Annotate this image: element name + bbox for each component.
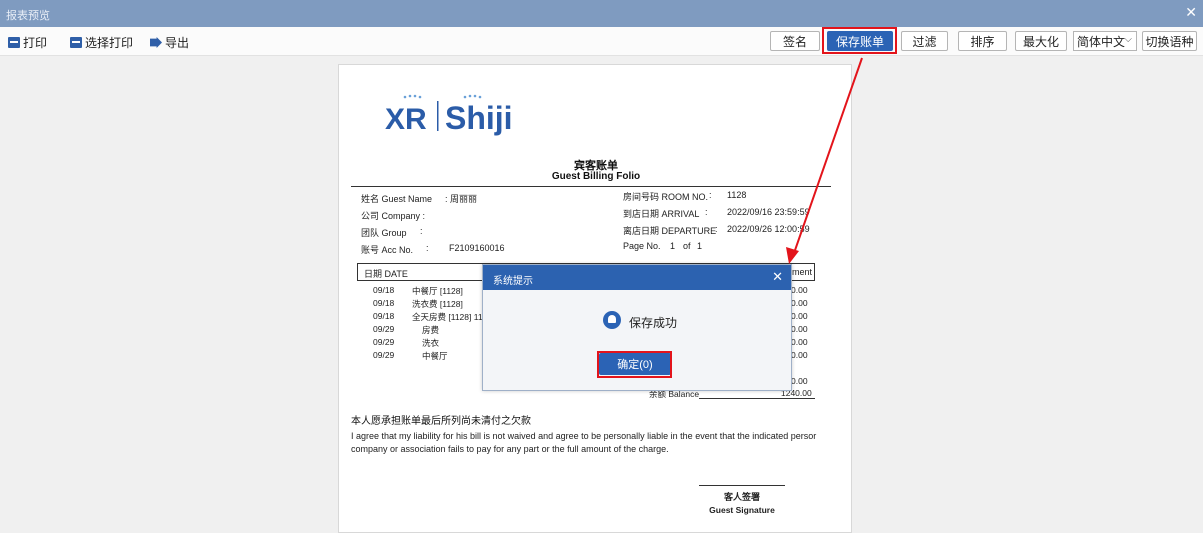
agreement-text-cn: 本人愿承担账单最后所列尚未清付之欠款 [351,416,531,427]
folio-title-en: Guest Billing Folio [551,171,641,182]
page-of: of [683,241,691,251]
departure-value: 2022/09/26 12:00:59 [727,224,810,234]
table-row-date: 09/29 [373,324,395,334]
table-row-amount: 0.00 [791,285,808,295]
guest-name-value: : 周丽丽 [445,194,478,204]
table-row-date: 09/18 [373,298,395,308]
toolbar: 打印 选择打印 导出 签名 保存账单 过滤 排序 最大化 简体中文 ⌵ 切换语种 [0,27,1203,56]
sort-button[interactable]: 排序 [958,31,1007,51]
signature-label-en: Guest Signature [709,505,775,515]
table-row-desc: 全天房费 [1128] 11 [412,312,483,322]
table-row-date: 09/29 [373,337,395,347]
acc-value: F2109160016 [449,243,505,253]
date-column-header: 日期 DATE [364,269,408,279]
company-label: 公司 Company : [361,211,426,221]
group-colon: : [420,226,423,236]
acc-label: 账号 Acc No. [361,245,414,255]
dialog-close-icon[interactable]: ✕ [772,269,783,285]
shiji-logo: XR Shiji [385,94,513,136]
departure-label: 离店日期 DEPARTURE [623,226,717,236]
table-row-amount: 0.00 [791,350,808,360]
select-print-label: 选择打印 [85,36,134,50]
signature-line [699,485,785,486]
switch-language-button[interactable]: 切换语种 [1142,31,1197,51]
room-label: 房间号码 ROOM NO. [623,192,708,202]
table-row-date: 09/18 [373,285,395,295]
room-value: 1128 [727,190,747,200]
departure-colon: : [715,224,718,234]
room-colon: : [709,190,712,200]
dialog-title: 系统提示 [493,276,533,287]
bell-icon [603,311,621,329]
acc-colon: : [426,243,429,253]
group-label: 团队 Group [361,228,407,238]
printer-icon [8,37,20,48]
dialog-header: 系统提示 ✕ [483,265,791,290]
balance-underline [699,398,815,399]
page-label: Page No. [623,241,661,251]
table-row-desc: 洗衣 [422,338,440,348]
export-icon [150,37,162,48]
table-row-amount: 0.00 [791,324,808,334]
table-row-date: 09/29 [373,350,395,360]
save-button-highlight [822,27,897,54]
window-close-icon[interactable]: ✕ [1185,4,1197,21]
page-value: 1 [670,241,676,251]
language-select[interactable]: 简体中文 ⌵ [1073,31,1137,51]
arrival-value: 2022/09/16 23:59:59 [727,207,810,217]
guest-name-label: 姓名 Guest Name [361,194,433,204]
print-label: 打印 [23,36,48,50]
table-row-desc: 房费 [422,325,440,335]
filter-button[interactable]: 过滤 [901,31,948,51]
header-divider [351,186,831,187]
select-print-button[interactable]: 选择打印 [70,34,133,51]
print-button[interactable]: 打印 [8,34,47,51]
page-total: 1 [697,241,703,251]
arrival-colon: : [705,207,708,217]
export-label: 导出 [165,36,190,50]
chevron-down-icon: ⌵ [1124,34,1132,45]
table-row-desc: 洗衣费 [1128] [412,299,463,309]
table-row-amount: 0.00 [791,337,808,347]
table-row-date: 09/18 [373,311,395,321]
subtotal-amount: 0.00 [791,376,808,386]
logo-mark: XR [385,103,427,136]
table-row-desc: 中餐厅 [1128] [412,286,463,296]
table-row-desc: 中餐厅 [422,351,448,361]
maximize-button[interactable]: 最大化 [1015,31,1067,51]
ok-button-highlight [597,351,672,378]
logo-brand: Shiji [445,100,513,136]
sign-button[interactable]: 签名 [770,31,820,51]
select-printer-icon [70,37,82,48]
table-row-amount: 0.00 [791,298,808,308]
export-button[interactable]: 导出 [150,34,189,51]
table-row-amount: 0.00 [791,311,808,321]
signature-label-cn: 客人签署 [723,492,760,502]
dialog-message: 保存成功 [629,316,678,330]
window-titlebar: 报表预览 ✕ [0,0,1203,27]
agreement-text-en: I agree that my liability for his bill i… [351,431,817,454]
payment-column-header: ment [791,267,812,277]
window-title: 报表预览 [6,10,50,22]
arrival-label: 到店日期 ARRIVAL [623,209,700,219]
language-select-value: 简体中文 [1077,34,1126,49]
